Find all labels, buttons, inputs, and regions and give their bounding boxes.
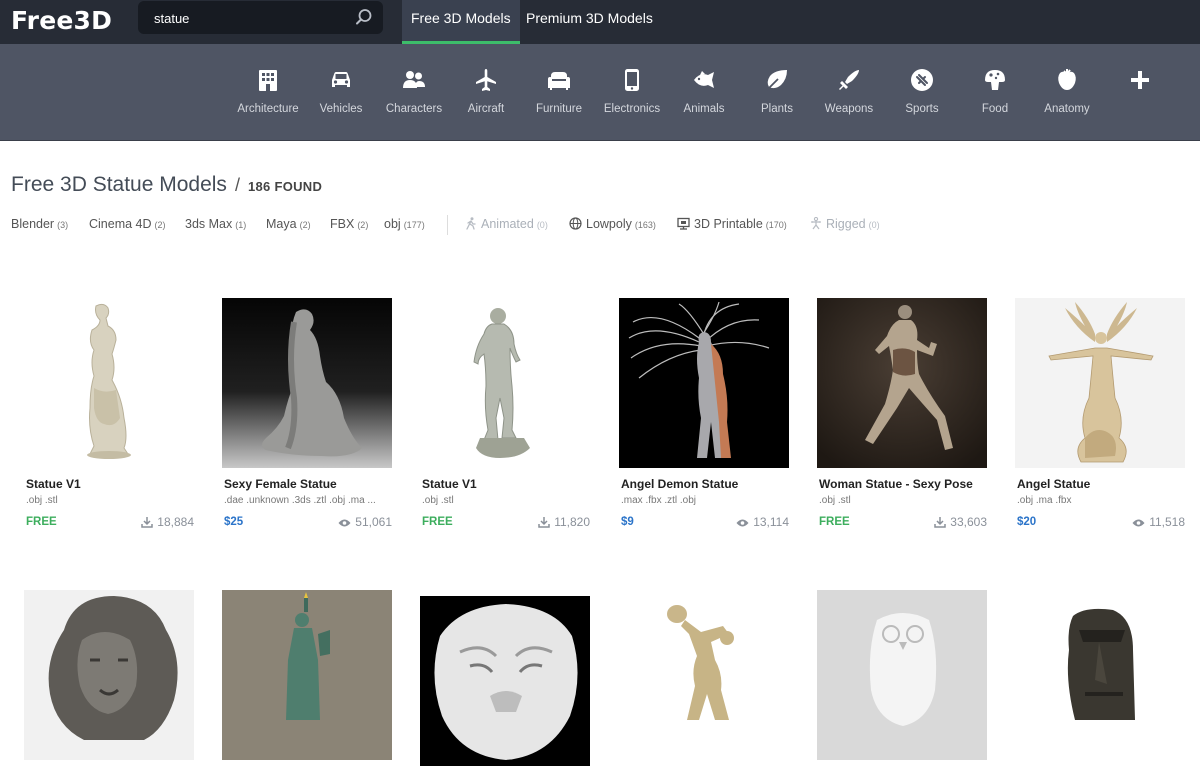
model-thumbnail[interactable] <box>817 590 987 760</box>
fish-icon <box>694 71 714 88</box>
model-thumbnail[interactable] <box>222 590 392 760</box>
category-plants[interactable]: Plants <box>740 44 814 141</box>
category-vehicles[interactable]: Vehicles <box>304 44 378 141</box>
category-aircraft[interactable]: Aircraft <box>449 44 523 141</box>
model-thumbnail[interactable] <box>619 590 789 760</box>
category-architecture[interactable]: Architecture <box>231 44 305 141</box>
printer-icon <box>677 217 690 230</box>
category-sports[interactable]: Sports <box>885 44 959 141</box>
category-characters[interactable]: Characters <box>377 44 451 141</box>
filter-fbx[interactable]: FBX (2) <box>330 217 368 231</box>
tab-premium-3d-models[interactable]: Premium 3D Models <box>517 0 662 44</box>
globe-icon <box>569 217 582 230</box>
model-title[interactable]: Statue V1 <box>422 477 477 491</box>
filter-divider <box>447 215 448 235</box>
model-thumbnail[interactable] <box>619 298 789 468</box>
airplane-icon <box>476 69 496 91</box>
plus-icon <box>1131 71 1149 89</box>
model-downloads: 18,884 <box>141 515 194 529</box>
category-food[interactable]: Food <box>958 44 1032 141</box>
phone-icon <box>625 69 639 91</box>
results-count: 186 FOUND <box>247 179 323 194</box>
model-price: $25 <box>224 516 244 528</box>
search-box <box>138 1 383 34</box>
model-formats: .obj .ma .fbx <box>1017 495 1072 506</box>
search-icon[interactable] <box>355 8 373 26</box>
filter-blender[interactable]: Blender (3) <box>11 217 68 231</box>
filter-lowpoly[interactable]: Lowpoly (163) <box>569 217 656 231</box>
model-thumbnail[interactable] <box>420 298 590 468</box>
model-title[interactable]: Statue V1 <box>26 477 81 491</box>
model-formats: .dae .unknown .3ds .ztl .obj .ma ... <box>224 495 376 506</box>
model-title[interactable]: Angel Statue <box>1017 477 1090 491</box>
tab-free-3d-models[interactable]: Free 3D Models <box>402 0 520 44</box>
filter-cinema-4d[interactable]: Cinema 4D (2) <box>89 217 166 231</box>
filter-obj[interactable]: obj (177) <box>384 217 425 231</box>
ball-icon <box>911 69 933 91</box>
model-price: $9 <box>621 516 634 528</box>
model-title[interactable]: Sexy Female Statue <box>224 477 337 491</box>
model-thumbnail[interactable] <box>24 590 194 760</box>
model-thumbnail[interactable] <box>1015 590 1185 760</box>
eye-icon <box>1132 519 1145 527</box>
category-animals[interactable]: Animals <box>667 44 741 141</box>
model-thumbnail[interactable] <box>24 298 194 468</box>
filter-3ds-max[interactable]: 3ds Max (1) <box>185 217 246 231</box>
sword-icon <box>839 70 859 90</box>
people-icon <box>403 71 425 88</box>
model-price: FREE <box>819 516 850 528</box>
model-formats: .obj .stl <box>26 495 58 506</box>
page-title: Free 3D Statue Models <box>11 173 227 196</box>
model-formats: .max .fbx .ztl .obj <box>621 495 697 506</box>
building-icon <box>259 70 277 91</box>
download-icon <box>934 517 947 528</box>
model-formats: .obj .stl <box>422 495 454 506</box>
leaf-icon <box>766 70 787 91</box>
results-heading: Free 3D Statue Models / 186 FOUND <box>11 173 322 197</box>
model-downloads: 11,820 <box>538 515 590 529</box>
top-bar: Free3D Free 3D Models Premium 3D Models <box>0 0 1200 44</box>
model-thumbnail[interactable] <box>817 298 987 468</box>
category-weapons[interactable]: Weapons <box>812 44 886 141</box>
category-furniture[interactable]: Furniture <box>522 44 596 141</box>
car-icon <box>332 72 350 87</box>
model-views: 13,114 <box>736 515 789 529</box>
eye-icon <box>338 519 351 527</box>
model-thumbnail[interactable] <box>1015 298 1185 468</box>
download-icon <box>538 517 550 528</box>
model-price: FREE <box>422 516 453 528</box>
category-bar: Architecture Vehicles Characters Aircraf… <box>0 44 1200 141</box>
category-electronics[interactable]: Electronics <box>595 44 669 141</box>
category-anatomy[interactable]: Anatomy <box>1030 44 1104 141</box>
rig-icon <box>811 216 821 230</box>
category-label: Anatomy <box>1044 103 1090 115</box>
mushroom-icon <box>985 70 1005 90</box>
model-title[interactable]: Woman Statue - Sexy Pose <box>819 477 973 491</box>
model-thumbnail[interactable] <box>222 298 392 468</box>
category-more[interactable] <box>1103 44 1177 141</box>
model-formats: .obj .stl <box>819 495 851 506</box>
filter-rigged[interactable]: Rigged (0) <box>810 216 880 231</box>
model-price: $20 <box>1017 516 1037 528</box>
model-price: FREE <box>26 516 57 528</box>
eye-icon <box>736 519 749 527</box>
search-input[interactable] <box>154 9 344 27</box>
model-title[interactable]: Angel Demon Statue <box>621 477 738 491</box>
filter-animated[interactable]: Animated (0) <box>465 217 548 231</box>
model-views: 11,518 <box>1132 515 1185 529</box>
model-downloads: 33,603 <box>934 515 987 529</box>
heading-separator: / <box>234 175 240 195</box>
anatomy-icon <box>1058 69 1076 90</box>
model-thumbnail[interactable] <box>420 596 590 766</box>
walk-icon <box>466 217 476 230</box>
sofa-icon <box>548 72 570 90</box>
download-icon <box>141 517 154 528</box>
model-views: 51,061 <box>338 515 392 529</box>
filter-3d-printable[interactable]: 3D Printable (170) <box>677 217 787 231</box>
filter-maya[interactable]: Maya (2) <box>266 217 311 231</box>
site-logo[interactable]: Free3D <box>11 6 112 35</box>
